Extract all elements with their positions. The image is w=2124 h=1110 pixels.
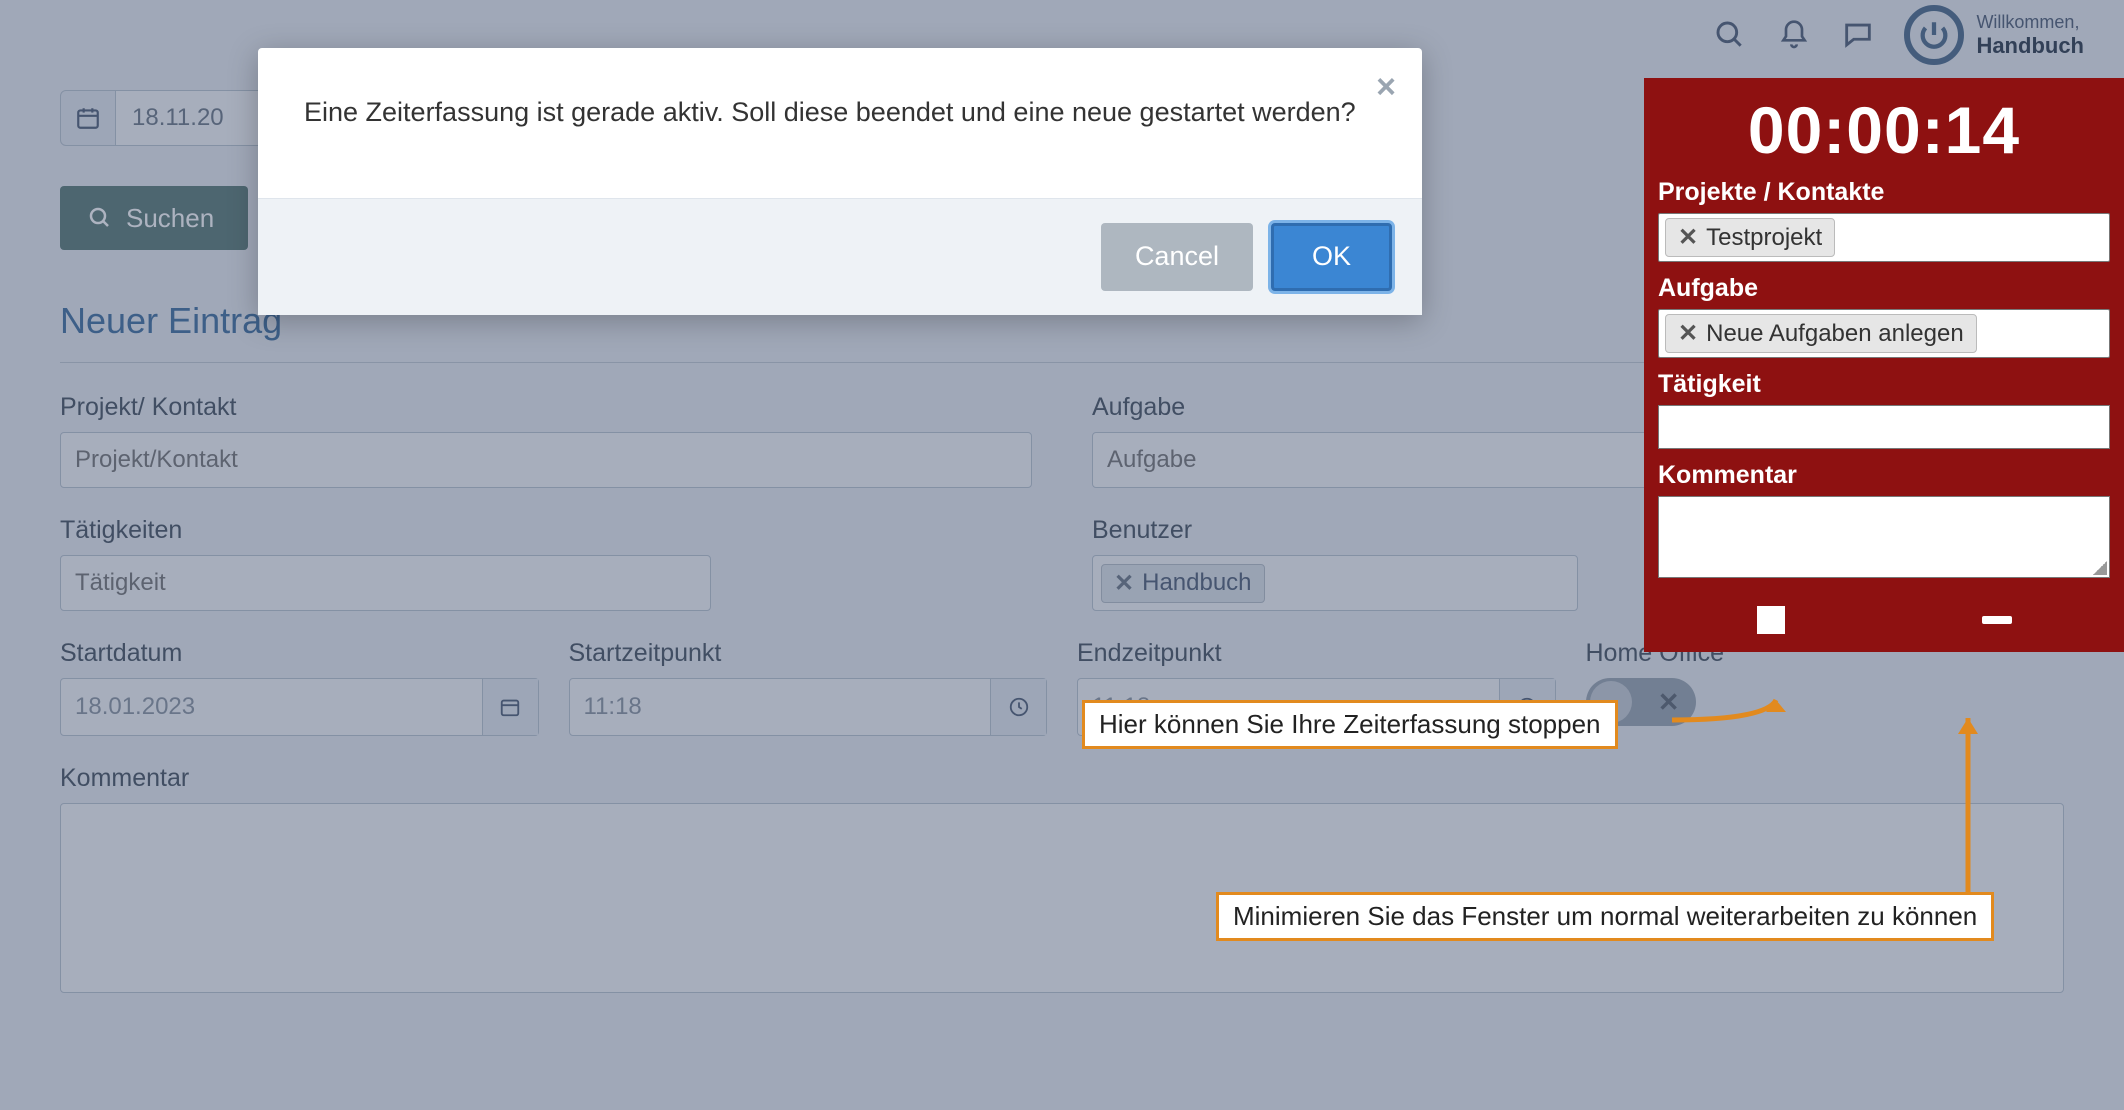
project-input[interactable]	[60, 432, 1032, 488]
dialog-message: Eine Zeiterfassung ist gerade aktiv. Sol…	[304, 92, 1376, 134]
calendar-button[interactable]	[60, 90, 116, 146]
power-icon	[1904, 5, 1964, 65]
timer-projekt-tag[interactable]: ✕ Testprojekt	[1665, 218, 1835, 257]
timer-aufgabe-tag[interactable]: ✕ Neue Aufgaben anlegen	[1665, 314, 1977, 353]
search-button-label: Suchen	[126, 203, 214, 234]
calendar-icon[interactable]	[482, 679, 538, 735]
timer-projekt-input[interactable]: ✕ Testprojekt	[1658, 213, 2110, 262]
search-button[interactable]: Suchen	[60, 186, 248, 250]
taetigkeit-input[interactable]	[60, 555, 711, 611]
remove-tag-icon[interactable]: ✕	[1678, 319, 1698, 348]
search-icon[interactable]	[1712, 17, 1748, 53]
welcome-text: Willkommen, Handbuch	[1976, 12, 2084, 59]
clock-icon[interactable]	[990, 679, 1046, 735]
chat-icon[interactable]	[1840, 17, 1876, 53]
confirm-dialog: × Eine Zeiterfassung ist gerade aktiv. S…	[258, 48, 1422, 315]
endzeit-label: Endzeitpunkt	[1077, 639, 1556, 668]
timer-projekt-tag-label: Testprojekt	[1706, 224, 1822, 252]
startdatum-label: Startdatum	[60, 639, 539, 668]
startzeit-input[interactable]	[569, 678, 1048, 736]
cancel-button[interactable]: Cancel	[1101, 223, 1253, 291]
close-icon[interactable]: ×	[1376, 68, 1396, 107]
benutzer-input[interactable]: ✕ Handbuch	[1092, 555, 1578, 611]
welcome-username: Handbuch	[1976, 33, 2084, 59]
timer-aufgabe-tag-label: Neue Aufgaben anlegen	[1706, 320, 1964, 348]
timer-panel: 00:00:14 Projekte / Kontakte ✕ Testproje…	[1644, 78, 2124, 652]
callout-minimize: Minimieren Sie das Fenster um normal wei…	[1216, 892, 1994, 941]
timer-display: 00:00:14	[1658, 92, 2110, 168]
benutzer-tag-label: Handbuch	[1142, 569, 1251, 597]
timer-kommentar-textarea[interactable]	[1658, 496, 2110, 578]
benutzer-tag[interactable]: ✕ Handbuch	[1101, 564, 1265, 603]
welcome-greeting: Willkommen,	[1976, 12, 2084, 33]
search-icon	[88, 206, 112, 230]
kommentar-label: Kommentar	[60, 764, 2064, 793]
timer-aufgabe-input[interactable]: ✕ Neue Aufgaben anlegen	[1658, 309, 2110, 358]
remove-tag-icon[interactable]: ✕	[1678, 223, 1698, 252]
remove-tag-icon[interactable]: ✕	[1114, 569, 1134, 598]
timer-projekte-label: Projekte / Kontakte	[1658, 178, 2110, 207]
stop-button[interactable]	[1757, 606, 1785, 634]
callout-stop: Hier können Sie Ihre Zeiterfassung stopp…	[1082, 700, 1618, 749]
minimize-button[interactable]	[1982, 616, 2012, 624]
bell-icon[interactable]	[1776, 17, 1812, 53]
ok-button[interactable]: OK	[1271, 223, 1392, 291]
startdatum-input[interactable]	[60, 678, 539, 736]
user-menu[interactable]: Willkommen, Handbuch	[1904, 5, 2084, 65]
timer-taetigkeit-label: Tätigkeit	[1658, 370, 2110, 399]
toggle-off-icon: ✕	[1658, 687, 1680, 718]
startzeit-label: Startzeitpunkt	[569, 639, 1048, 668]
taetigkeiten-label: Tätigkeiten	[60, 516, 1032, 545]
project-label: Projekt/ Kontakt	[60, 393, 1032, 422]
timer-taetigkeit-input[interactable]	[1658, 405, 2110, 449]
timer-aufgabe-label: Aufgabe	[1658, 274, 2110, 303]
timer-kommentar-label: Kommentar	[1658, 461, 2110, 490]
